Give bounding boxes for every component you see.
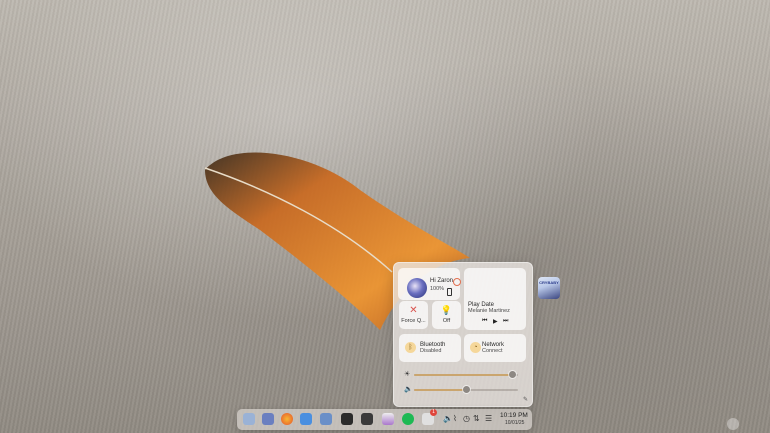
brightness-slider[interactable] — [414, 371, 518, 378]
volume-icon: 🔈 — [404, 386, 413, 393]
brightness-icon: ☀ — [404, 371, 411, 378]
battery-level: 100% — [430, 286, 445, 292]
light-label: Off — [442, 318, 451, 324]
brightness-fill — [414, 374, 513, 376]
battery-icon — [447, 288, 452, 296]
light-toggle-button[interactable]: 💡 Off — [432, 301, 461, 329]
album-art: CRYBABY — [538, 277, 560, 299]
taskbar: 1 🔈 ⌇ ◷ ⇅ ☰ 10:19 PM 10/01/25 — [237, 409, 532, 430]
calendar-app-icon[interactable] — [262, 413, 274, 425]
launcher-icon[interactable] — [243, 413, 255, 425]
firefox-icon[interactable] — [281, 413, 293, 425]
bluetooth-status: Disabled — [420, 348, 442, 354]
lightbulb-icon: 💡 — [440, 305, 453, 315]
desktop-wallpaper — [0, 0, 770, 433]
image-viewer-icon[interactable] — [382, 413, 394, 425]
files-icon[interactable] — [300, 413, 312, 425]
edit-icon[interactable]: ✎ — [523, 396, 528, 403]
user-greeting: Hi Zaron — [430, 278, 454, 284]
network-toggle[interactable]: ◔ Network Connect — [464, 334, 526, 362]
close-icon: ✕ — [409, 305, 418, 316]
bluetooth-icon: ᛒ — [405, 342, 416, 353]
feather-image — [204, 152, 470, 330]
previous-icon[interactable]: ⏮ — [482, 318, 487, 325]
track-artist: Melanie Martinez — [468, 308, 510, 314]
brightness-knob[interactable] — [509, 371, 517, 378]
avatar[interactable] — [407, 278, 427, 298]
play-icon[interactable]: ▶ — [493, 318, 498, 325]
corner-indicator[interactable] — [727, 418, 739, 430]
spotify-icon[interactable] — [402, 413, 414, 425]
album-text: CRYBABY — [539, 280, 559, 285]
tray-network-icon[interactable]: ⇅ — [473, 414, 480, 424]
notification-badge: 1 — [430, 409, 437, 416]
volume-knob[interactable] — [462, 386, 470, 393]
app-with-badge-icon[interactable]: 1 — [422, 409, 437, 425]
monitor-icon[interactable] — [320, 413, 332, 425]
media-tile[interactable]: CRYBABY Play Date Melanie Martinez ⏮ ▶ ⏭ — [464, 268, 560, 330]
clock-time[interactable]: 10:19 PM — [500, 412, 528, 419]
tray-clock-icon[interactable]: ◷ — [463, 414, 470, 424]
user-tile[interactable]: Hi Zaron 100% — [398, 268, 461, 300]
wifi-icon: ◔ — [470, 342, 481, 353]
power-icon[interactable] — [453, 278, 461, 286]
bluetooth-toggle[interactable]: ᛒ Bluetooth Disabled — [399, 334, 461, 362]
tray-attachment-icon[interactable]: ⌇ — [453, 414, 457, 424]
clock-date[interactable]: 10/01/25 — [505, 420, 524, 426]
volume-slider[interactable] — [414, 386, 518, 393]
next-icon[interactable]: ⏭ — [503, 318, 508, 325]
network-status: Connect — [482, 348, 503, 354]
tray-volume-icon[interactable]: 🔈 — [443, 414, 453, 424]
grid-app-icon[interactable] — [361, 413, 373, 425]
terminal-icon[interactable] — [341, 413, 353, 425]
force-quit-label: Force Q... — [401, 318, 426, 324]
volume-fill — [414, 389, 466, 391]
tray-settings-icon[interactable]: ☰ — [485, 414, 492, 424]
control-center-panel: Hi Zaron 100% CRYBABY Play Date Melanie … — [393, 262, 560, 407]
force-quit-button[interactable]: ✕ Force Q... — [399, 301, 428, 329]
